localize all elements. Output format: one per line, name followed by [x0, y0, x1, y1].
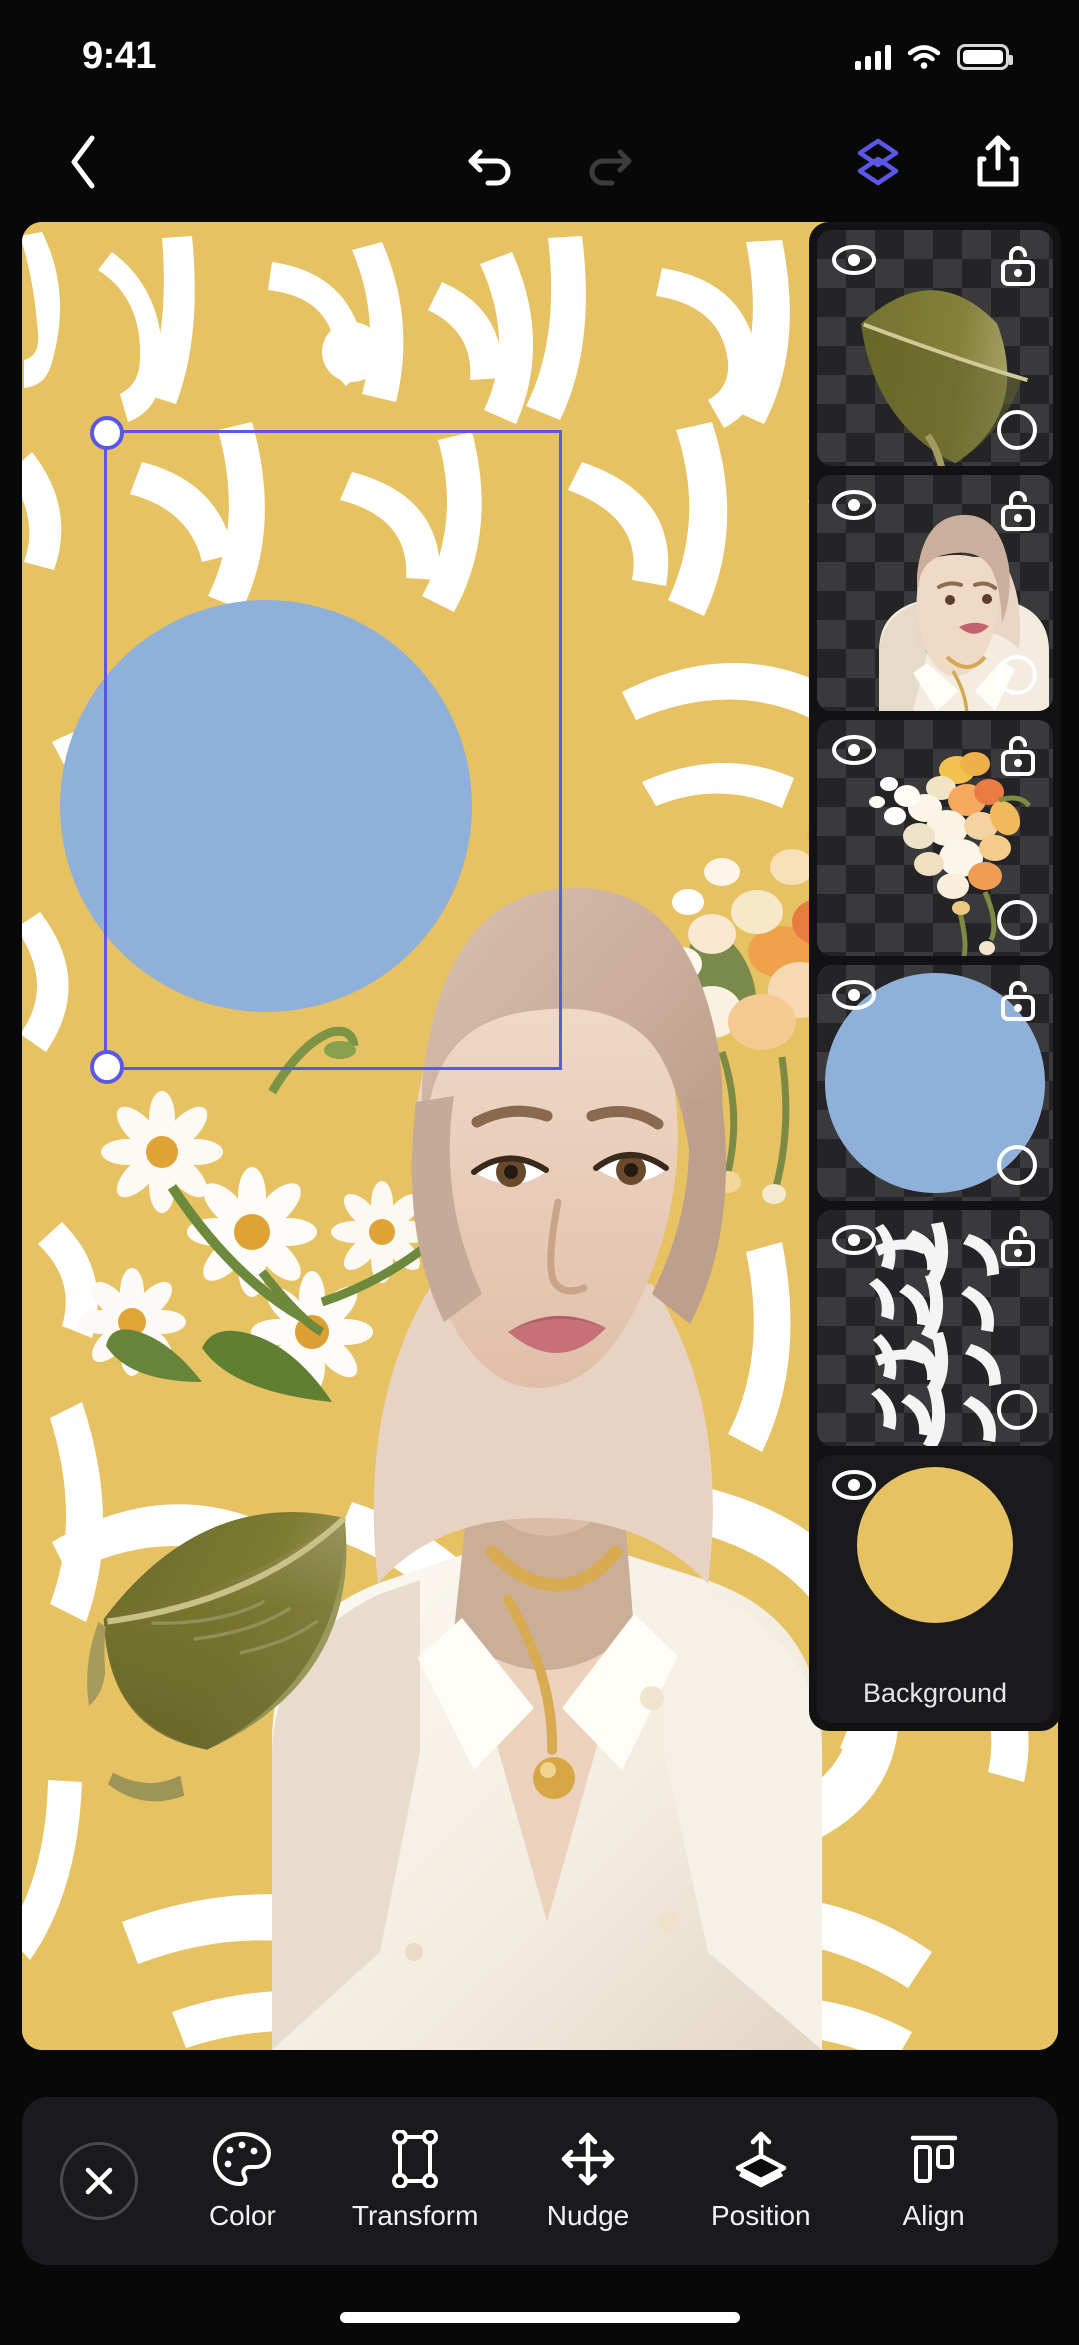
redo-icon	[589, 149, 632, 186]
layer-select-circle[interactable]	[997, 900, 1037, 940]
move-arrows-icon	[561, 2132, 615, 2186]
layers-button[interactable]	[842, 126, 914, 198]
layers-icon	[857, 138, 899, 186]
tool-label-nudge: Nudge	[546, 2200, 630, 2231]
wifi-icon	[907, 45, 941, 69]
palette-icon	[213, 2132, 272, 2186]
layers-panel[interactable]: Background	[809, 222, 1061, 1731]
eye-icon[interactable]	[831, 489, 877, 521]
chevron-left-icon	[71, 135, 95, 189]
undo-icon	[468, 149, 511, 186]
top-toolbar	[0, 112, 1079, 212]
eye-icon[interactable]	[831, 1224, 877, 1256]
tool-transform[interactable]: Transform	[329, 2130, 502, 2232]
layer-label-background: Background	[862, 1678, 1008, 1708]
layer-item-leaf[interactable]	[817, 230, 1053, 466]
layer-select-circle[interactable]	[997, 655, 1037, 695]
background-color-swatch	[857, 1467, 1013, 1623]
unlock-padlock-icon[interactable]	[997, 732, 1039, 778]
selection-bounding-box[interactable]	[90, 416, 562, 1084]
layer-item-blue-circle[interactable]	[817, 965, 1053, 1201]
unlock-padlock-icon[interactable]	[997, 1222, 1039, 1268]
bottom-toolbar: Color Transform Nudge Position Align	[22, 2097, 1058, 2265]
redo-button[interactable]	[572, 126, 644, 198]
tool-label-position: Position	[710, 2200, 811, 2231]
status-icons	[855, 44, 1013, 70]
back-button[interactable]	[48, 126, 120, 198]
home-indicator[interactable]	[339, 2312, 740, 2323]
selection-handle-bottom-left[interactable]	[90, 1050, 124, 1084]
tool-color[interactable]: Color	[156, 2130, 329, 2232]
layer-item-background[interactable]: Background	[817, 1455, 1053, 1723]
tool-label-align: Align	[902, 2200, 965, 2231]
phone-screen: 9:41 Background Color Transform Nudge Po…	[0, 0, 1079, 2345]
status-time: 9:41	[82, 34, 157, 77]
layer-item-calligraphy[interactable]	[817, 1210, 1053, 1446]
layer-item-bouquet[interactable]	[817, 720, 1053, 956]
tool-nudge[interactable]: Nudge	[502, 2130, 675, 2232]
transform-box-icon	[392, 2130, 439, 2188]
layer-select-circle[interactable]	[997, 410, 1037, 450]
tool-align[interactable]: Align	[847, 2130, 1020, 2232]
unlock-padlock-icon[interactable]	[997, 487, 1039, 533]
selection-handle-top-left[interactable]	[90, 416, 124, 450]
eye-icon[interactable]	[831, 244, 877, 276]
unlock-padlock-icon[interactable]	[997, 242, 1039, 288]
unlock-padlock-icon[interactable]	[997, 977, 1039, 1023]
close-x-icon	[85, 2167, 113, 2195]
tool-label-color: Color	[208, 2200, 276, 2231]
share-export-icon	[977, 135, 1019, 187]
cellular-signal-icon	[855, 44, 891, 70]
status-bar: 9:41	[0, 0, 1079, 100]
battery-icon	[957, 44, 1013, 70]
eye-icon[interactable]	[831, 979, 877, 1011]
align-icon	[910, 2135, 957, 2183]
position-layer-icon	[735, 2131, 787, 2188]
close-button[interactable]	[60, 2142, 138, 2220]
eye-icon[interactable]	[831, 1469, 877, 1501]
layer-item-portrait[interactable]	[817, 475, 1053, 711]
eye-icon[interactable]	[831, 734, 877, 766]
share-button[interactable]	[962, 126, 1034, 198]
undo-button[interactable]	[456, 126, 528, 198]
layer-select-circle[interactable]	[997, 1390, 1037, 1430]
layer-select-circle[interactable]	[997, 1145, 1037, 1185]
tool-position[interactable]: Position	[674, 2130, 847, 2232]
tool-label-transform: Transform	[351, 2200, 479, 2231]
